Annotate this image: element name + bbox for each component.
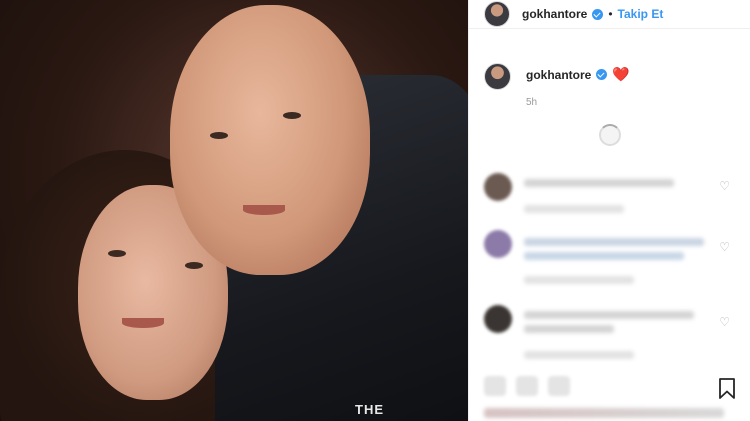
separator-dot: • <box>608 7 613 21</box>
action-bar <box>484 376 570 396</box>
avatar[interactable] <box>484 1 510 27</box>
comment-item: ♡ <box>484 305 734 359</box>
instagram-post: THE gokhantore • Takip Et gokhantore ❤️ … <box>0 0 750 421</box>
header-username[interactable]: gokhantore <box>522 7 587 21</box>
commenter-avatar[interactable] <box>484 305 512 333</box>
comment-meta <box>524 205 624 213</box>
caption-line: gokhantore ❤️ <box>526 66 630 83</box>
commenter-avatar[interactable] <box>484 230 512 258</box>
comment-icon[interactable] <box>516 376 538 396</box>
comment-text <box>524 311 694 319</box>
like-icon[interactable] <box>484 376 506 396</box>
likes-count[interactable] <box>484 408 724 418</box>
comment-item: ♡ <box>484 230 734 284</box>
follow-button[interactable]: Takip Et <box>618 7 664 21</box>
woman-left-eye <box>108 250 126 257</box>
post-sidebar: gokhantore • Takip Et gokhantore ❤️ 5h ♡ <box>468 0 750 421</box>
commenter-avatar[interactable] <box>484 173 512 201</box>
comment-meta <box>524 351 634 359</box>
man-left-eye <box>210 132 228 139</box>
man-head <box>170 5 370 275</box>
caption-body: gokhantore ❤️ 5h <box>526 63 630 108</box>
heart-icon[interactable]: ♡ <box>719 240 730 254</box>
caption: gokhantore ❤️ 5h <box>469 29 750 108</box>
bookmark-icon[interactable] <box>718 378 736 400</box>
post-photo[interactable]: THE <box>0 0 468 421</box>
caption-username[interactable]: gokhantore <box>526 68 591 82</box>
jacket-logo: THE <box>355 402 384 417</box>
loading-spinner-icon <box>599 124 621 146</box>
verified-badge-icon <box>592 8 604 20</box>
woman-mouth <box>122 318 164 328</box>
heart-icon[interactable]: ♡ <box>719 315 730 329</box>
comment-text <box>524 238 704 246</box>
verified-badge-icon <box>596 69 608 80</box>
comment-meta <box>524 276 634 284</box>
post-timestamp[interactable]: 5h <box>526 97 630 108</box>
red-heart-emoji: ❤️ <box>612 66 630 82</box>
man-right-eye <box>283 112 301 119</box>
share-icon[interactable] <box>548 376 570 396</box>
post-header: gokhantore • Takip Et <box>469 0 750 29</box>
woman-right-eye <box>185 262 203 269</box>
man-mouth <box>243 205 285 215</box>
comment-text <box>524 179 674 187</box>
comment-item: ♡ <box>484 173 734 223</box>
comment-text <box>524 252 684 260</box>
caption-avatar[interactable] <box>484 63 511 90</box>
comment-text <box>524 325 614 333</box>
heart-icon[interactable]: ♡ <box>719 179 730 193</box>
